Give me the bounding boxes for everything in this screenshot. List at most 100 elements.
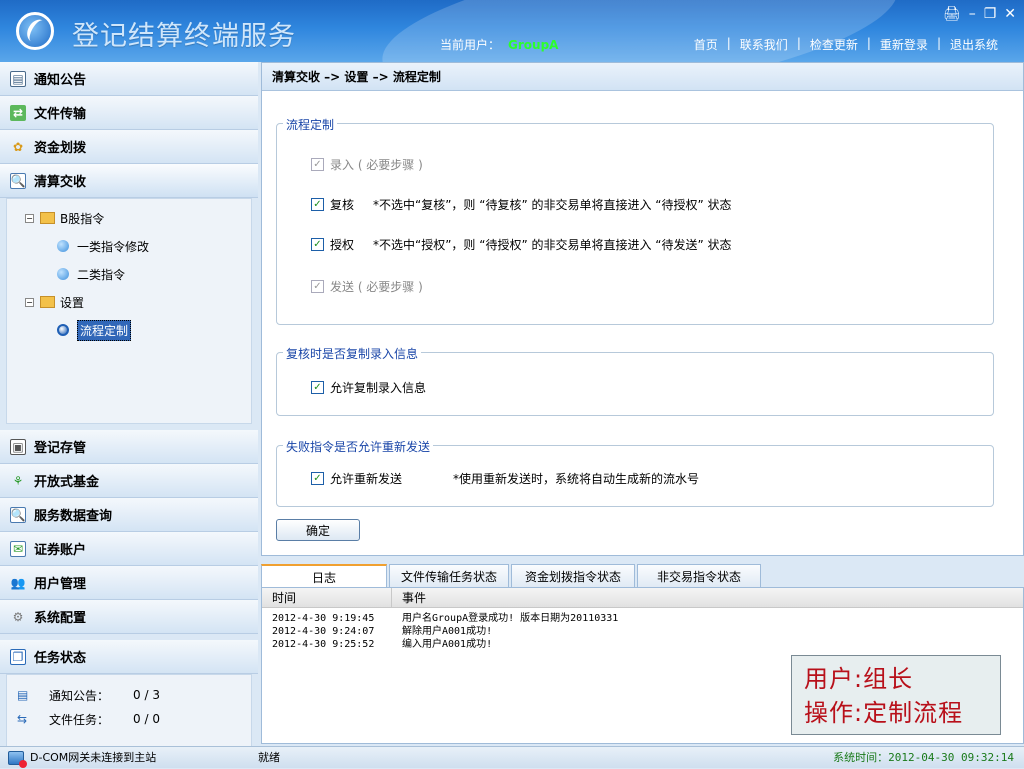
sidebar-item-securities-account[interactable]: ✉ 证券账户: [0, 532, 258, 566]
system-time-value: 2012-04-30 09:32:14: [888, 751, 1014, 764]
nav-separator: |: [726, 36, 731, 50]
sidebar-item-registry[interactable]: ▣ 登记存管: [0, 430, 258, 464]
collapse-icon[interactable]: −: [25, 297, 34, 307]
restore-icon[interactable]: ❐: [984, 6, 997, 22]
sidebar-item-fund-transfer[interactable]: ✿ 资金划拨: [0, 130, 258, 164]
tree-node-label-selected: 流程定制: [77, 319, 132, 341]
task-label: 文件任务：: [49, 712, 110, 727]
nav-exit[interactable]: 退出系统: [950, 36, 998, 53]
nav-check-update[interactable]: 检查更新: [810, 36, 858, 53]
annotation-overlay: 用户:组长 操作:定制流程: [791, 655, 1001, 735]
tab-fund-transfer-status[interactable]: 资金划拨指令状态: [511, 564, 635, 588]
sidebar-item-label: 文件传输: [34, 107, 87, 122]
sidebar: ▤ 通知公告 ⇄ 文件传输 ✿ 资金划拨 🔍 清算交收 − B股指令 一类指令修…: [0, 62, 258, 748]
nav-home[interactable]: 首页: [694, 36, 718, 53]
option-label: 允许复制录入信息: [330, 381, 427, 395]
minimize-icon[interactable]: –: [969, 6, 976, 22]
tree-node-label: 二类指令: [77, 267, 126, 282]
log-event: 编入用户A001成功!: [402, 639, 493, 650]
fund-icon: ⚘: [12, 473, 24, 488]
sidebar-item-label: 开放式基金: [34, 475, 100, 490]
log-row[interactable]: 2012-4-30 9:19:45 用户名GroupA登录成功! 版本日期为20…: [262, 612, 1023, 625]
sidebar-item-file-transfer[interactable]: ⇄ 文件传输: [0, 96, 258, 130]
log-time: 2012-4-30 9:25:52: [272, 639, 375, 650]
window-controls: 🖨 – ❐ ✕: [943, 6, 1016, 22]
network-disconnected-icon: [8, 751, 27, 768]
nav-contact[interactable]: 联系我们: [740, 36, 788, 53]
tab-log[interactable]: 日志: [261, 564, 387, 588]
system-time: 系统时间：2012-04-30 09:32:14: [833, 747, 1014, 769]
authorize-checkbox[interactable]: ✓: [311, 238, 324, 251]
sidebar-item-label: 服务数据查询: [34, 509, 113, 524]
log-col-time[interactable]: 时间: [262, 588, 392, 607]
task-status-panel: ▤ 通知公告： 0 / 3 ⇆ 文件任务： 0 / 0: [6, 674, 252, 748]
folder-open-icon: [40, 296, 55, 308]
step-entry[interactable]: ✓ 录入 ( 必要步骤 ): [311, 156, 423, 173]
group-legend: 失败指令是否允许重新发送: [283, 438, 434, 455]
close-icon[interactable]: ✕: [1004, 6, 1016, 22]
sidebar-item-settlement[interactable]: 🔍 清算交收: [0, 164, 258, 198]
option-label: 允许重新发送: [330, 472, 403, 486]
tree-node-b-share[interactable]: − B股指令: [25, 207, 251, 229]
step-label: 录入 ( 必要步骤 ): [330, 158, 423, 172]
settlement-tree: − B股指令 一类指令修改 二类指令 − 设置 流程定制: [6, 198, 252, 424]
file-transfer-icon: ⇄: [10, 104, 26, 121]
step-note: *不选中“授权”，则 “待授权” 的非交易单将直接进入 “待发送” 状态: [373, 238, 732, 252]
notice-list-icon: ▤: [17, 688, 29, 702]
nav-separator: |: [866, 36, 871, 50]
confirm-button[interactable]: 确定: [276, 519, 360, 541]
option-note: *使用重新发送时，系统将自动生成新的流水号: [453, 472, 700, 486]
log-row[interactable]: 2012-4-30 9:24:07 解除用户A001成功!: [262, 625, 1023, 638]
account-icon: ✉: [10, 540, 26, 557]
users-icon: 👥: [10, 575, 26, 590]
nav-separator: |: [796, 36, 801, 50]
step-send[interactable]: ✓ 发送 ( 必要步骤 ): [311, 278, 423, 295]
tree-node-workflow[interactable]: 流程定制: [25, 319, 251, 341]
sidebar-item-user-management[interactable]: 👥 用户管理: [0, 566, 258, 600]
log-row[interactable]: 2012-4-30 9:25:52 编入用户A001成功!: [262, 638, 1023, 651]
collapse-icon[interactable]: −: [25, 213, 34, 223]
task-icon: ❐: [10, 648, 26, 665]
selected-bullet-icon: [57, 324, 69, 336]
sidebar-item-task-status[interactable]: ❐ 任务状态: [0, 640, 258, 674]
settlement-icon: 🔍: [10, 172, 26, 189]
tree-node-class1[interactable]: 一类指令修改: [25, 235, 251, 257]
log-event: 解除用户A001成功!: [402, 626, 493, 637]
app-title: 登记结算终端服务: [72, 21, 296, 52]
step-review[interactable]: ✓ 复核 *不选中“复核”，则 “待复核” 的非交易单将直接进入 “待授权” 状…: [311, 196, 991, 213]
step-label: 发送 ( 必要步骤 ): [330, 280, 423, 294]
sidebar-item-system-config[interactable]: ⚙ 系统配置: [0, 600, 258, 634]
tab-file-transfer-status[interactable]: 文件传输任务状态: [389, 564, 509, 588]
allow-copy-checkbox[interactable]: ✓: [311, 381, 324, 394]
bottom-tabs: 日志 文件传输任务状态 资金划拨指令状态 非交易指令状态: [261, 560, 1024, 588]
top-nav: 首页 | 联系我们 | 检查更新 | 重新登录 | 退出系统: [694, 36, 998, 53]
breadcrumb: 清算交收 –> 设置 –> 流程定制: [262, 63, 1023, 91]
tree-node-label: 一类指令修改: [77, 239, 150, 254]
sidebar-item-label: 任务状态: [34, 651, 87, 666]
task-row-notice: ▤ 通知公告： 0 / 3: [17, 683, 251, 707]
log-col-event[interactable]: 事件: [392, 588, 426, 607]
allow-copy-option[interactable]: ✓ 允许复制录入信息: [311, 379, 426, 396]
sidebar-item-label: 清算交收: [34, 175, 87, 190]
lock-icon[interactable]: 🖨: [943, 6, 961, 22]
sidebar-item-data-query[interactable]: 🔍 服务数据查询: [0, 498, 258, 532]
tree-node-class2[interactable]: 二类指令: [25, 263, 251, 285]
sidebar-item-notice[interactable]: ▤ 通知公告: [0, 62, 258, 96]
nav-relogin[interactable]: 重新登录: [880, 36, 928, 53]
ready-status: 就绪: [258, 751, 280, 764]
main-panel: 清算交收 –> 设置 –> 流程定制 流程定制 ✓ 录入 ( 必要步骤 ) ✓ …: [261, 62, 1024, 556]
tab-non-trade-status[interactable]: 非交易指令状态: [637, 564, 761, 588]
step-label: 复核: [330, 198, 355, 212]
log-time: 2012-4-30 9:24:07: [272, 626, 375, 637]
allow-resend-checkbox[interactable]: ✓: [311, 472, 324, 485]
workflow-group: 流程定制 ✓ 录入 ( 必要步骤 ) ✓ 复核 *不选中“复核”，则 “待复核”…: [276, 116, 994, 325]
step-label: 授权: [330, 238, 355, 252]
review-checkbox[interactable]: ✓: [311, 198, 324, 211]
tree-node-settings[interactable]: − 设置: [25, 291, 251, 313]
allow-resend-option[interactable]: ✓ 允许重新发送 *使用重新发送时，系统将自动生成新的流水号: [311, 470, 871, 487]
step-authorize[interactable]: ✓ 授权 *不选中“授权”，则 “待授权” 的非交易单将直接进入 “待发送” 状…: [311, 236, 991, 253]
log-event: 用户名GroupA登录成功! 版本日期为20110331: [402, 613, 619, 624]
resend-group: 失败指令是否允许重新发送 ✓ 允许重新发送 *使用重新发送时，系统将自动生成新的…: [276, 438, 994, 507]
sidebar-item-open-fund[interactable]: ⚘ 开放式基金: [0, 464, 258, 498]
notice-icon: ▤: [10, 70, 26, 87]
